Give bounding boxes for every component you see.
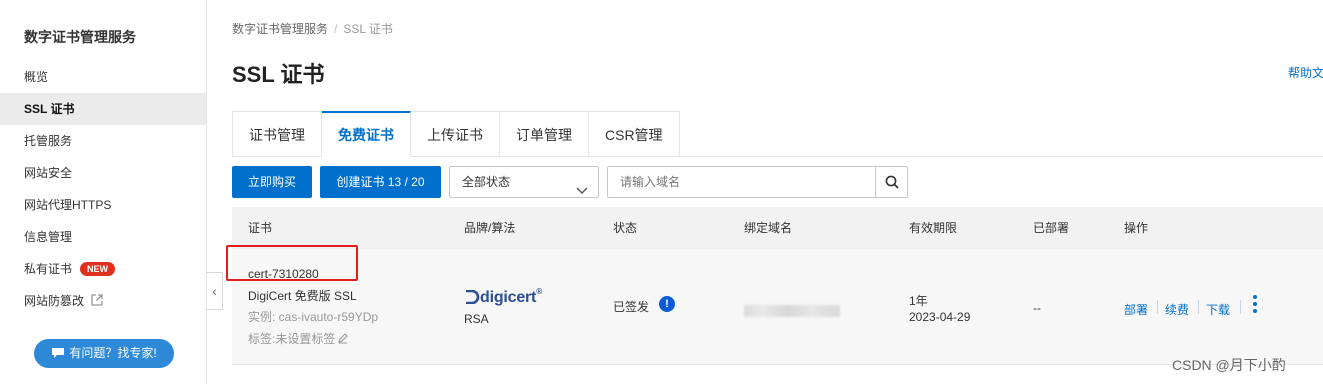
action-divider bbox=[1240, 300, 1241, 314]
sidebar-item-ssl-cert[interactable]: SSL 证书 bbox=[0, 93, 206, 125]
action-divider bbox=[1198, 300, 1199, 314]
column-header-validity: 有效期限 bbox=[909, 221, 958, 235]
table-header: 证书 品牌/算法 状态 绑定域名 有效期限 已部署 操作 bbox=[232, 207, 1323, 249]
validity-date: 2023-04-29 bbox=[909, 310, 971, 324]
cert-product: DigiCert 免费版 SSL bbox=[248, 289, 357, 303]
registered-mark: ® bbox=[536, 287, 542, 296]
column-header-status: 状态 bbox=[613, 221, 638, 235]
help-link[interactable]: 帮助文 bbox=[1288, 64, 1323, 81]
cert-tags-label: 标签:未设置标签 bbox=[248, 332, 336, 346]
tab-upload-cert[interactable]: 上传证书 bbox=[411, 111, 500, 157]
deployed-value: -- bbox=[1033, 301, 1041, 315]
validity-period: 1年 bbox=[909, 294, 928, 308]
new-badge: NEW bbox=[80, 262, 116, 276]
create-cert-button[interactable]: 创建证书 13 / 20 bbox=[320, 166, 441, 198]
download-action-link[interactable]: 下载 bbox=[1206, 301, 1230, 318]
highlight-annotation-box bbox=[226, 245, 358, 281]
more-actions-icon[interactable] bbox=[1252, 295, 1258, 315]
sidebar-item-hosting[interactable]: 托管服务 bbox=[0, 125, 206, 157]
action-divider bbox=[1157, 300, 1158, 314]
breadcrumb: 数字证书管理服务 / SSL 证书 bbox=[232, 20, 393, 37]
ask-expert-button[interactable]: 有问题？找专家! bbox=[34, 339, 174, 368]
info-icon[interactable]: ! bbox=[659, 296, 675, 312]
sidebar-item-site-security[interactable]: 网站安全 bbox=[0, 157, 206, 189]
renew-action-link[interactable]: 续费 bbox=[1165, 301, 1189, 318]
sidebar-item-label: 网站安全 bbox=[24, 166, 73, 180]
sidebar-item-label: 概览 bbox=[24, 70, 49, 84]
brand-name: digicert bbox=[480, 289, 537, 306]
domain-search-input[interactable] bbox=[607, 166, 876, 198]
column-header-deployed: 已部署 bbox=[1033, 221, 1070, 235]
sidebar-item-label: 网站防篡改 bbox=[24, 294, 85, 308]
column-header-brand: 品牌/算法 bbox=[464, 221, 516, 235]
sidebar-item-overview[interactable]: 概览 bbox=[0, 61, 206, 93]
cert-algorithm: RSA bbox=[464, 312, 489, 326]
sidebar-title: 数字证书管理服务 bbox=[24, 29, 136, 45]
watermark: CSDN @月下小酌 bbox=[1172, 357, 1286, 373]
digicert-logo: digicert® bbox=[464, 287, 542, 307]
search-icon bbox=[885, 175, 899, 189]
deploy-action-link[interactable]: 部署 bbox=[1124, 301, 1148, 318]
chevron-left-icon: ‹ bbox=[212, 283, 217, 299]
sidebar-item-private-cert[interactable]: 私有证书 NEW bbox=[0, 253, 206, 285]
search-button[interactable] bbox=[875, 166, 908, 198]
table-row: cert-7310280 DigiCert 免费版 SSL 实例: cas-iv… bbox=[232, 249, 1323, 365]
breadcrumb-current: SSL 证书 bbox=[343, 22, 393, 36]
chevron-down-icon bbox=[576, 177, 588, 207]
sidebar: 数字证书管理服务 概览 SSL 证书 托管服务 网站安全 网站代理HTTPS 信… bbox=[0, 0, 207, 384]
column-header-actions: 操作 bbox=[1124, 221, 1149, 235]
tab-order-management[interactable]: 订单管理 bbox=[500, 111, 589, 157]
digicert-mark-icon bbox=[466, 289, 480, 305]
breadcrumb-root[interactable]: 数字证书管理服务 bbox=[232, 22, 328, 36]
page-title: SSL 证书 bbox=[232, 62, 325, 87]
sidebar-collapse-handle[interactable]: ‹ bbox=[207, 272, 223, 310]
cert-instance: 实例: cas-ivauto-r59YDp bbox=[248, 310, 379, 324]
tab-cert-management[interactable]: 证书管理 bbox=[232, 111, 322, 157]
external-link-icon bbox=[90, 287, 104, 319]
column-header-cert: 证书 bbox=[248, 221, 273, 235]
sidebar-item-label: SSL 证书 bbox=[24, 102, 75, 116]
cert-tags[interactable]: 标签:未设置标签 bbox=[248, 330, 349, 347]
breadcrumb-separator: / bbox=[334, 22, 338, 36]
column-header-domain: 绑定域名 bbox=[744, 221, 793, 235]
edit-icon[interactable] bbox=[337, 332, 349, 344]
sidebar-item-info-management[interactable]: 信息管理 bbox=[0, 221, 206, 253]
tab-bar: 证书管理 免费证书 上传证书 订单管理 CSR管理 bbox=[232, 111, 680, 157]
sidebar-item-label: 托管服务 bbox=[24, 134, 73, 148]
tab-free-cert[interactable]: 免费证书 bbox=[322, 111, 411, 157]
sidebar-item-label: 信息管理 bbox=[24, 230, 73, 244]
ask-expert-label: 有问题？找专家! bbox=[69, 346, 157, 360]
status-filter-select[interactable]: 全部状态 bbox=[449, 166, 599, 198]
status-filter-value: 全部状态 bbox=[462, 175, 511, 189]
chat-icon bbox=[52, 348, 65, 358]
sidebar-item-tamper-protection[interactable]: 网站防篡改 bbox=[0, 285, 206, 317]
sidebar-item-proxy-https[interactable]: 网站代理HTTPS bbox=[0, 189, 206, 221]
buy-now-button[interactable]: 立即购买 bbox=[232, 166, 312, 198]
cert-status: 已签发 bbox=[613, 300, 650, 314]
sidebar-item-label: 私有证书 bbox=[24, 262, 73, 276]
sidebar-item-label: 网站代理HTTPS bbox=[24, 198, 112, 212]
bound-domain-redacted bbox=[744, 305, 840, 317]
tab-csr-management[interactable]: CSR管理 bbox=[589, 111, 680, 157]
